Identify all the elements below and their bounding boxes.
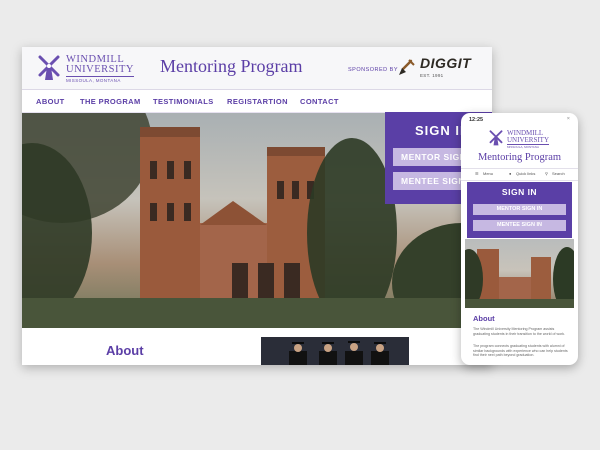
nav-testimonials[interactable]: TESTIMONIALS <box>153 97 214 106</box>
university-location: MISSOULA, MONTANA <box>66 76 134 85</box>
windmill-icon <box>489 130 503 146</box>
mobile-university-location: MISSOULA, MONTANA <box>507 144 549 150</box>
shovel-icon <box>399 59 415 75</box>
mobile-nav-search[interactable]: Search <box>552 171 565 176</box>
sponsored-by-label: SPONSORED BY <box>348 67 399 73</box>
main-nav: ABOUT THE PROGRAM TESTIMONIALS REGISTART… <box>22 90 492 114</box>
mobile-nav-quick-links[interactable]: Quick links <box>516 171 535 176</box>
mobile-page-title: Mentoring Program <box>477 152 562 163</box>
search-icon[interactable]: ⚲ <box>545 171 548 176</box>
mobile-about-paragraph-2: The program connects graduating students… <box>473 344 568 357</box>
sponsor-brand[interactable]: DIGGIT <box>420 55 471 71</box>
status-time: 12:25 <box>469 117 484 123</box>
site-header: WINDMILL UNIVERSITY MISSOULA, MONTANA Me… <box>22 47 492 90</box>
mobile-hero-image <box>465 239 574 308</box>
mobile-nav: ☰ Menu ● Quick links ⚲ Search <box>461 168 578 181</box>
mobile-about-paragraph-1: The Windmill University Mentoring Progra… <box>473 327 566 336</box>
sponsor-est: EST. 1991 <box>420 73 444 78</box>
quick-links-icon[interactable]: ● <box>509 171 511 176</box>
menu-icon[interactable]: ☰ <box>475 171 479 176</box>
mobile-view: 12:25 × WINDMILL UNIVERSITY MISSOULA, MO… <box>461 113 578 365</box>
about-heading: About <box>106 343 144 358</box>
mobile-signin-heading: SIGN IN <box>501 187 538 197</box>
university-logo[interactable]: WINDMILL UNIVERSITY MISSOULA, MONTANA <box>66 54 134 85</box>
mobile-about-heading: About <box>473 314 495 323</box>
close-icon[interactable]: × <box>567 116 570 122</box>
windmill-icon <box>38 55 60 80</box>
nav-registration[interactable]: REGISTARTION <box>227 97 288 106</box>
mobile-mentor-signin-button[interactable]: MENTOR SIGN IN <box>473 204 566 215</box>
mobile-university-name-line2: UNIVERSITY <box>507 136 549 144</box>
mobile-university-logo[interactable]: WINDMILL UNIVERSITY MISSOULA, MONTANA <box>507 130 549 150</box>
mobile-signin-panel: SIGN IN MENTOR SIGN IN MENTEE SIGN IN <box>467 182 572 238</box>
nav-about[interactable]: ABOUT <box>36 97 65 106</box>
desktop-browser-view: WINDMILL UNIVERSITY MISSOULA, MONTANA Me… <box>22 47 492 365</box>
mobile-nav-menu[interactable]: Menu <box>483 171 493 176</box>
nav-the-program[interactable]: THE PROGRAM <box>80 97 141 106</box>
graduates-photo <box>261 337 409 365</box>
university-name-line2: UNIVERSITY <box>66 64 134 75</box>
page-title: Mentoring Program <box>160 56 303 76</box>
nav-contact[interactable]: CONTACT <box>300 97 339 106</box>
mobile-mentee-signin-button[interactable]: MENTEE SIGN IN <box>473 220 566 231</box>
